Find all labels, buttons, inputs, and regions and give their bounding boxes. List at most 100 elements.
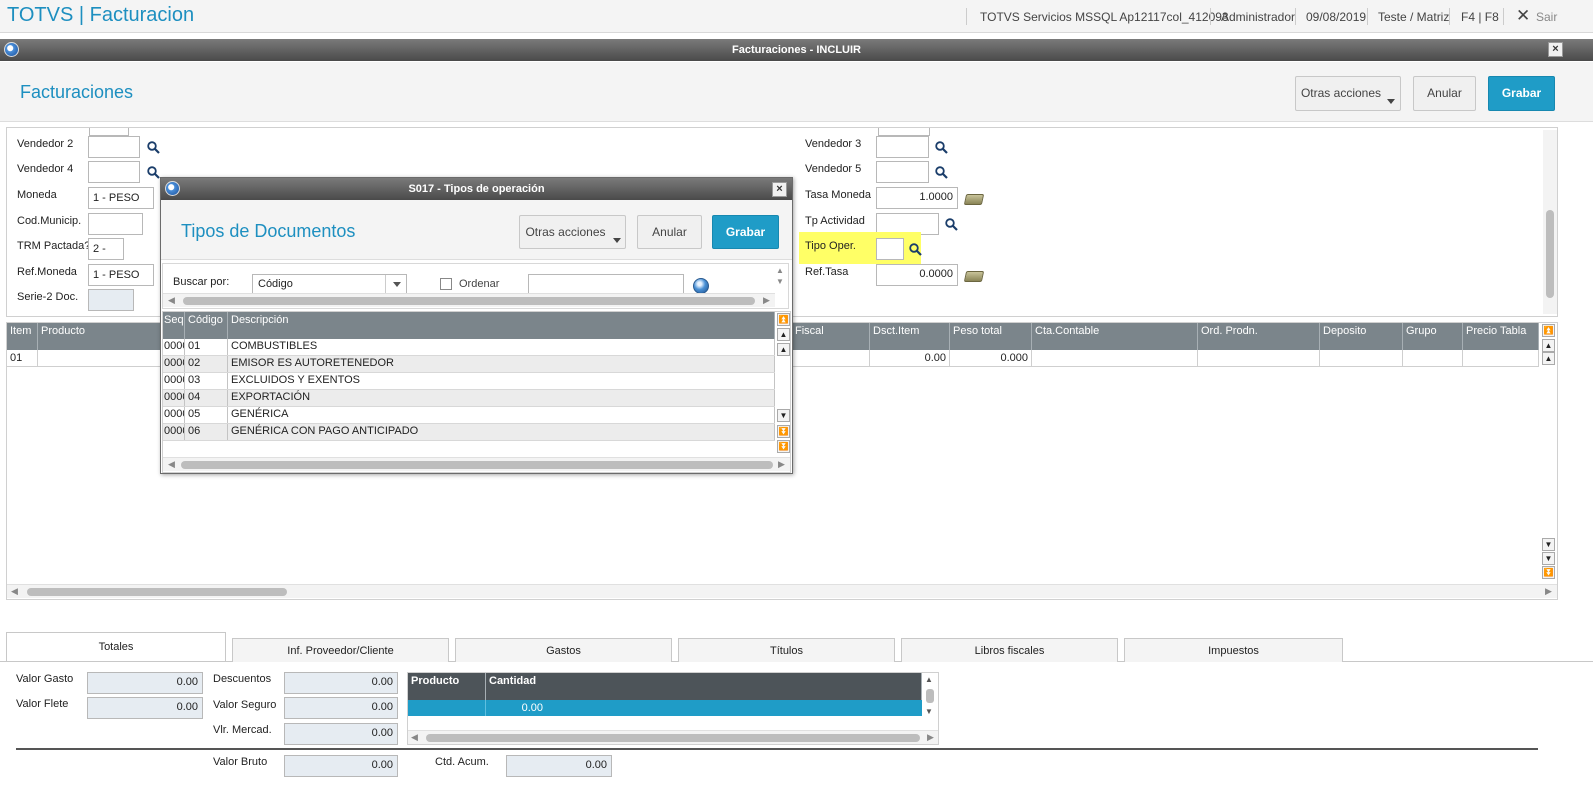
search-input[interactable] <box>528 274 684 294</box>
search-globe-icon[interactable] <box>693 278 709 294</box>
hidden-field-right[interactable] <box>878 128 930 136</box>
col-peso-total[interactable]: Peso total <box>950 323 1032 350</box>
vendedor4-input[interactable] <box>88 161 140 183</box>
dialog-close-button[interactable]: × <box>772 182 787 197</box>
scroll-down-button[interactable]: ▼ <box>777 409 790 422</box>
search-icon[interactable] <box>935 141 948 154</box>
chevron-down-icon[interactable]: ▼ <box>925 707 933 716</box>
valor-flete-input[interactable]: 0.00 <box>87 697 203 719</box>
vendedor3-input[interactable] <box>876 136 929 158</box>
dialog-other-actions-button[interactable]: Otras acciones <box>519 215 626 249</box>
scrollbar-thumb[interactable] <box>181 461 773 469</box>
exit-link[interactable]: Sair <box>1536 10 1557 24</box>
col-producto[interactable]: Producto <box>408 673 486 700</box>
scroll-page-up-button[interactable]: ▲ <box>1542 339 1555 352</box>
scrollbar-thumb[interactable] <box>926 689 934 703</box>
chevron-left-icon[interactable]: ◀ <box>168 295 175 306</box>
table-row[interactable]: 000002EMISOR ES AUTORETENEDOR <box>163 356 775 373</box>
col-cta-contable[interactable]: Cta.Contable <box>1032 323 1198 350</box>
tab-inf-proveedor[interactable]: Inf. Proveedor/Cliente <box>232 638 449 662</box>
scrollbar-thumb[interactable] <box>183 297 755 305</box>
scrollbar-thumb[interactable] <box>1546 210 1554 298</box>
tab-titulos[interactable]: Títulos <box>678 638 895 662</box>
scroll-up-button[interactable]: ▲ <box>1542 352 1555 365</box>
scrollbar-thumb[interactable] <box>426 734 920 742</box>
col-cantidad[interactable]: Cantidad <box>486 673 922 700</box>
scroll-page-up-button[interactable]: ▲ <box>777 328 790 341</box>
chevron-down-icon[interactable]: ▼ <box>776 277 784 286</box>
col-descripcion[interactable]: Descripción <box>228 312 775 339</box>
close-icon[interactable]: ✕ <box>1516 6 1530 26</box>
dialog-grid-hscrollbar[interactable]: ◀ ▶ <box>163 457 790 471</box>
table-row[interactable]: 000001COMBUSTIBLES <box>163 339 775 356</box>
vendedor5-input[interactable] <box>876 161 929 183</box>
table-row[interactable]: 0.00 <box>408 700 922 716</box>
search-icon[interactable] <box>935 166 948 179</box>
col-seq[interactable]: Seq <box>163 312 185 339</box>
tipo-oper-input[interactable] <box>876 238 904 260</box>
table-row[interactable]: 000005GENÉRICA <box>163 407 775 424</box>
dialog-save-button[interactable]: Grabar <box>712 215 779 249</box>
chevron-left-icon[interactable]: ◀ <box>168 459 175 470</box>
valor-gasto-input[interactable]: 0.00 <box>87 672 203 694</box>
window-close-button[interactable]: × <box>1548 42 1563 57</box>
ctd-acum-input[interactable]: 0.00 <box>506 755 612 777</box>
shortcut-keys[interactable]: F4 | F8 <box>1461 10 1499 24</box>
moneda-select[interactable]: 1 - PESO <box>88 187 154 209</box>
chevron-up-icon[interactable]: ▲ <box>925 675 933 684</box>
tasa-moneda-input[interactable]: 1.0000 <box>876 187 958 209</box>
col-dsct-item[interactable]: Dsct.Item <box>870 323 950 350</box>
money-icon[interactable] <box>963 194 985 205</box>
valor-bruto-input[interactable]: 0.00 <box>284 755 398 777</box>
table-row[interactable]: 000004EXPORTACIÓN <box>163 390 775 407</box>
search-icon[interactable] <box>147 166 160 179</box>
scroll-page-down-button[interactable]: ▼ <box>1542 552 1555 565</box>
cancel-button[interactable]: Anular <box>1413 76 1476 111</box>
table-row[interactable]: 000006GENÉRICA CON PAGO ANTICIPADO <box>163 424 775 441</box>
ref-moneda-select[interactable]: 1 - PESO <box>88 264 154 286</box>
form-scrollbar[interactable] <box>1543 130 1557 314</box>
search-icon[interactable] <box>945 218 958 231</box>
tab-totales[interactable]: Totales <box>6 632 226 661</box>
grid-hscrollbar[interactable]: ◀ ▶ <box>7 584 1557 598</box>
mini-grid-hscrollbar[interactable]: ◀ ▶ <box>408 730 938 744</box>
order-checkbox[interactable] <box>440 278 452 290</box>
ref-tasa-input[interactable]: 0.0000 <box>876 264 958 286</box>
hidden-field-left[interactable] <box>89 128 129 136</box>
chevron-right-icon[interactable]: ▶ <box>927 732 934 743</box>
search-hscrollbar[interactable]: ◀ ▶ <box>163 293 775 307</box>
tab-gastos[interactable]: Gastos <box>455 638 672 662</box>
col-grupo[interactable]: Grupo <box>1403 323 1463 350</box>
col-item[interactable]: Item <box>7 323 38 350</box>
chevron-right-icon[interactable]: ▶ <box>778 459 785 470</box>
search-by-select[interactable]: Código <box>252 274 407 294</box>
col-codigo[interactable]: Código <box>185 312 228 339</box>
col-deposito[interactable]: Deposito <box>1320 323 1403 350</box>
valor-seguro-input[interactable]: 0.00 <box>284 697 398 719</box>
tab-libros-fiscales[interactable]: Libros fiscales <box>901 638 1118 662</box>
vlr-mercad-input[interactable]: 0.00 <box>284 723 398 745</box>
search-icon[interactable] <box>147 141 160 154</box>
trm-pactada-select[interactable]: 2 - <box>88 238 124 260</box>
chevron-right-icon[interactable]: ▶ <box>1545 586 1552 597</box>
col-precio-tabla[interactable]: Precio Tabla <box>1463 323 1539 350</box>
col-ord-prodn[interactable]: Ord. Prodn. <box>1198 323 1320 350</box>
scroll-page-down-button[interactable]: ⏬ <box>777 425 790 438</box>
chevron-left-icon[interactable]: ◀ <box>11 586 18 597</box>
table-row[interactable]: 000003EXCLUIDOS Y EXENTOS <box>163 373 775 390</box>
chevron-left-icon[interactable]: ◀ <box>411 732 418 743</box>
serie2-input[interactable] <box>88 289 134 311</box>
scroll-top-button[interactable]: ⏫ <box>1542 324 1555 337</box>
money-icon[interactable] <box>963 271 985 282</box>
dialog-cancel-button[interactable]: Anular <box>637 215 702 249</box>
col-fiscal[interactable]: Fiscal <box>792 323 870 350</box>
chevron-up-icon[interactable]: ▲ <box>776 266 784 275</box>
search-icon[interactable] <box>909 243 922 256</box>
scroll-up-button[interactable]: ▲ <box>777 343 790 356</box>
scroll-down-button[interactable]: ▼ <box>1542 538 1555 551</box>
chevron-right-icon[interactable]: ▶ <box>763 295 770 306</box>
tab-impuestos[interactable]: Impuestos <box>1124 638 1343 662</box>
scroll-top-button[interactable]: ⏫ <box>777 313 790 326</box>
scroll-bottom-button[interactable]: ⏬ <box>777 440 790 453</box>
scroll-bottom-button[interactable]: ⏬ <box>1542 566 1555 579</box>
